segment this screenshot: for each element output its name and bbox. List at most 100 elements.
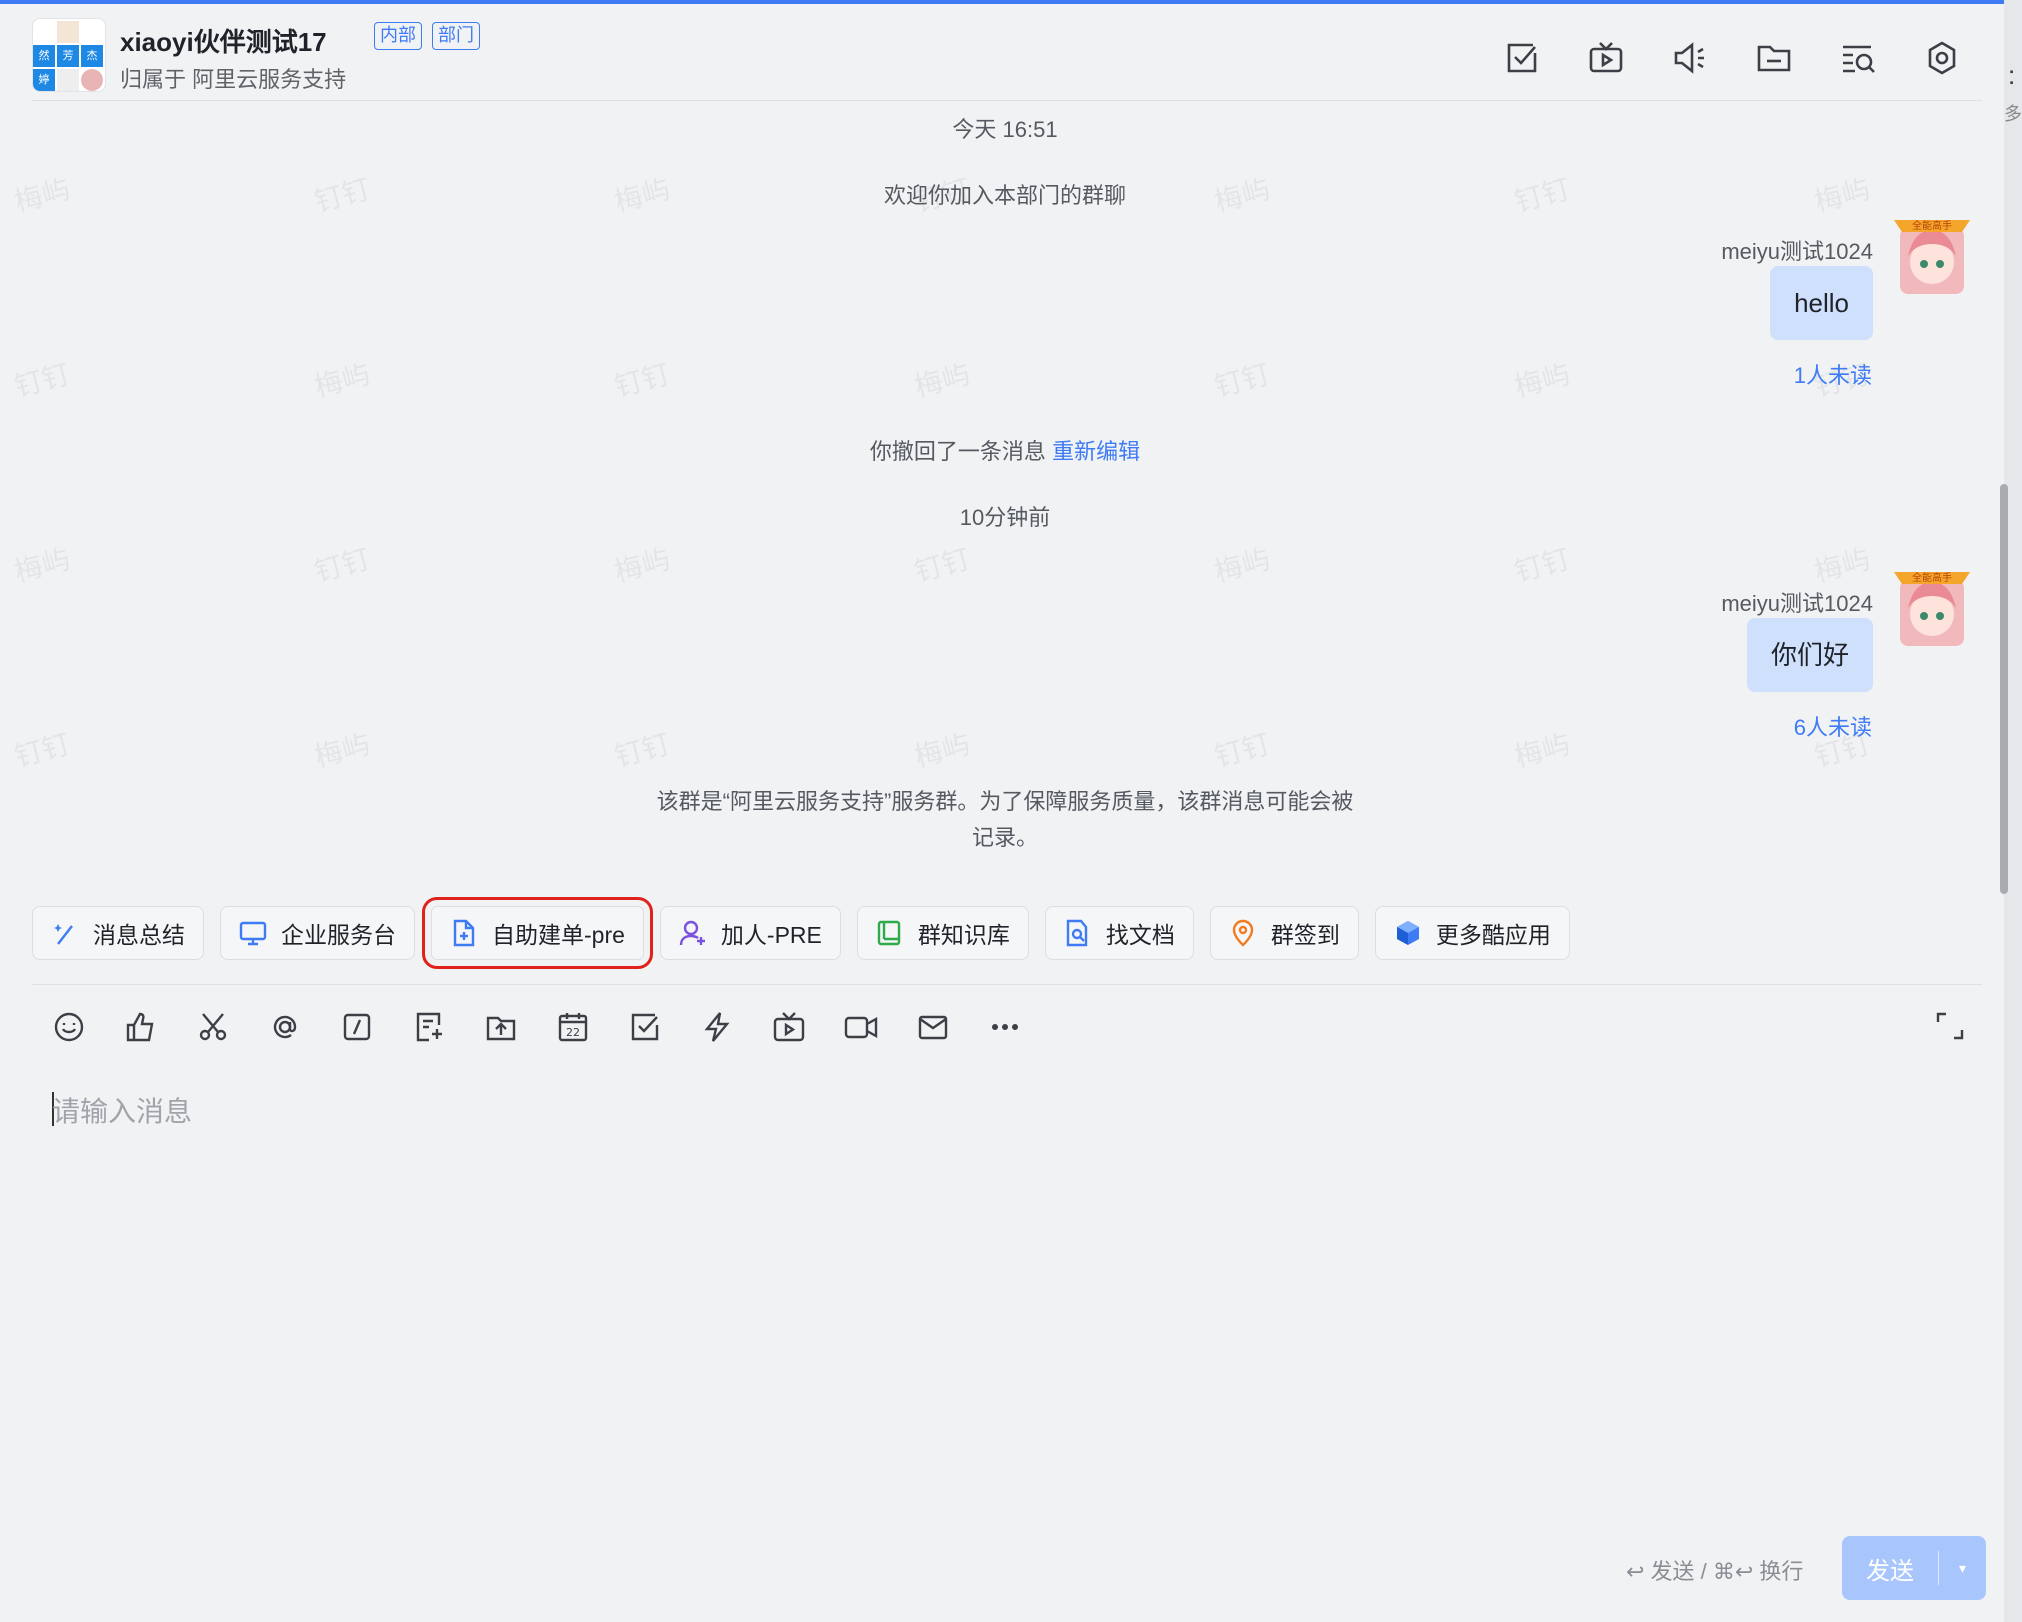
more-icon[interactable] xyxy=(988,1010,1022,1044)
send-button[interactable]: 发送 ▾ xyxy=(1842,1536,1986,1600)
message-input[interactable]: 请输入消息 xyxy=(52,1090,192,1130)
user-avatar[interactable]: 全能高手 xyxy=(1890,212,1974,298)
user-avatar[interactable]: 全能高手 xyxy=(1890,564,1974,650)
note-add-icon[interactable] xyxy=(412,1010,446,1044)
notice-line: 记录。 xyxy=(971,825,1038,850)
read-status[interactable]: 1人未读 xyxy=(1794,358,1872,390)
send-options-icon[interactable]: ▾ xyxy=(1939,1560,1986,1577)
settings-icon[interactable] xyxy=(1918,34,1966,82)
app-label: 消息总结 xyxy=(93,922,185,948)
add-user-icon xyxy=(679,919,707,947)
app-more-apps[interactable]: 更多酷应用 xyxy=(1374,906,1570,960)
recall-text: 你撤回了一条消息 xyxy=(869,439,1046,464)
task-icon[interactable] xyxy=(628,1010,662,1044)
live-icon[interactable] xyxy=(772,1010,806,1044)
composer-divider xyxy=(32,984,1982,985)
header-actions xyxy=(1498,34,1966,82)
group-avatar[interactable]: 然 芳 杰 婷 xyxy=(32,18,106,92)
group-title[interactable]: xiaoyi伙伴测试17 xyxy=(120,22,327,59)
lightning-icon[interactable] xyxy=(700,1010,734,1044)
watermark: 梅屿 xyxy=(911,728,974,773)
app-label: 群知识库 xyxy=(917,922,1010,948)
avatar-cell: 杰 xyxy=(81,45,103,67)
location-pin-icon xyxy=(1229,919,1257,947)
time-divider-2: 10分钟前 xyxy=(959,505,1051,530)
app-label: 更多酷应用 xyxy=(1435,922,1551,948)
app-label: 自助建单-pre xyxy=(492,922,625,948)
emoji-icon[interactable] xyxy=(52,1010,86,1044)
chat-header: 然 芳 杰 婷 xiaoyi伙伴测试17 内部 部门 归属于 阿里云服务支持 xyxy=(6,4,2004,100)
search-history-icon[interactable] xyxy=(1834,34,1882,82)
strip-text: : xyxy=(2008,60,2016,90)
app-find-doc[interactable]: 找文档 xyxy=(1044,906,1194,960)
scissors-icon[interactable] xyxy=(196,1010,230,1044)
video-call-icon[interactable] xyxy=(844,1010,878,1044)
live-tv-icon[interactable] xyxy=(1582,34,1630,82)
app-check-in[interactable]: 群签到 xyxy=(1209,906,1359,960)
avatar-cell: 芳 xyxy=(57,45,79,67)
app-label: 企业服务台 xyxy=(281,922,396,948)
announcement-icon[interactable] xyxy=(1666,34,1714,82)
thumbs-up-icon[interactable] xyxy=(124,1010,158,1044)
knowledge-book-icon xyxy=(876,919,904,947)
read-status[interactable]: 6人未读 xyxy=(1794,710,1872,742)
folder-icon[interactable] xyxy=(1750,34,1798,82)
strip-sub: 多 xyxy=(2004,104,2022,124)
watermark: 梅屿 xyxy=(1511,728,1574,773)
message-bubble[interactable]: hello xyxy=(1770,266,1873,340)
app-knowledge-base[interactable]: 群知识库 xyxy=(856,906,1029,960)
app-label: 加人-PRE xyxy=(720,922,822,948)
avatar-badge-text: 全能高手 xyxy=(1912,571,1952,584)
service-notice: 该群是“阿里云服务支持”服务群。为了保障服务质量，该群消息可能会被 记录。 xyxy=(6,784,2004,856)
cube-icon xyxy=(1394,919,1422,947)
watermark: 钉钉 xyxy=(1511,543,1574,588)
tag-department: 部门 xyxy=(432,22,480,50)
app-label: 群签到 xyxy=(1270,922,1340,948)
message-bubble[interactable]: 你们好 xyxy=(1746,618,1873,692)
chat-window: 然 芳 杰 婷 xiaoyi伙伴测试17 内部 部门 归属于 阿里云服务支持 梅… xyxy=(6,4,2008,1618)
app-add-member[interactable]: 加人-PRE xyxy=(659,906,841,960)
recall-notice: 你撤回了一条消息 重新编辑 xyxy=(6,434,2004,466)
re-edit-link[interactable]: 重新编辑 xyxy=(1052,439,1140,464)
watermark: 梅屿 xyxy=(1811,543,1874,588)
chat-scrollbar[interactable] xyxy=(2000,484,2008,894)
avatar-cell: 然 xyxy=(33,45,55,67)
mail-icon[interactable] xyxy=(916,1010,950,1044)
upload-icon[interactable] xyxy=(484,1010,518,1044)
welcome-notice: 欢迎你加入本部门的群聊 xyxy=(883,183,1126,208)
calendar-day: 22 xyxy=(566,1026,580,1039)
watermark: 钉钉 xyxy=(611,728,674,773)
watermark: 梅屿 xyxy=(1211,543,1274,588)
doc-add-icon xyxy=(450,919,478,947)
app-shortcut-bar: 消息总结 企业服务台 自助建单-pre 加人-PRE 群知识库 找文档 群签到 … xyxy=(32,897,1570,969)
watermark: 梅屿 xyxy=(911,358,974,403)
composer-toolbar: 22 xyxy=(52,1010,1022,1044)
watermark: 梅屿 xyxy=(1511,358,1574,403)
watermark: 钉钉 xyxy=(11,358,74,403)
app-self-ticket[interactable]: 自助建单-pre xyxy=(422,897,653,969)
send-label: 发送 xyxy=(1866,1557,1914,1585)
doc-search-icon xyxy=(1064,919,1092,947)
app-label: 找文档 xyxy=(1105,922,1175,948)
avatar-cell: 婷 xyxy=(33,69,55,91)
at-icon[interactable] xyxy=(268,1010,302,1044)
watermark: 钉钉 xyxy=(11,728,74,773)
monitor-chat-icon xyxy=(239,919,267,947)
calendar-icon[interactable]: 22 xyxy=(556,1010,590,1044)
task-check-icon[interactable] xyxy=(1498,34,1546,82)
watermark: 梅屿 xyxy=(611,543,674,588)
avatar-badge-text: 全能高手 xyxy=(1912,219,1952,232)
watermark: 梅屿 xyxy=(311,728,374,773)
watermark: 梅屿 xyxy=(11,543,74,588)
watermark: 钉钉 xyxy=(911,543,974,588)
slash-command-icon[interactable] xyxy=(340,1010,374,1044)
group-subtitle[interactable]: 归属于 阿里云服务支持 xyxy=(120,62,346,94)
sparkle-pen-icon xyxy=(51,919,79,947)
expand-icon[interactable] xyxy=(1934,1010,1968,1044)
time-divider: 今天 16:51 xyxy=(952,117,1058,142)
watermark: 钉钉 xyxy=(311,543,374,588)
app-service-desk[interactable]: 企业服务台 xyxy=(220,906,415,960)
send-hint: ↩ 发送 / ⌘↩ 换行 xyxy=(1626,1559,1804,1584)
app-message-summary[interactable]: 消息总结 xyxy=(32,906,204,960)
watermark: 梅屿 xyxy=(311,358,374,403)
